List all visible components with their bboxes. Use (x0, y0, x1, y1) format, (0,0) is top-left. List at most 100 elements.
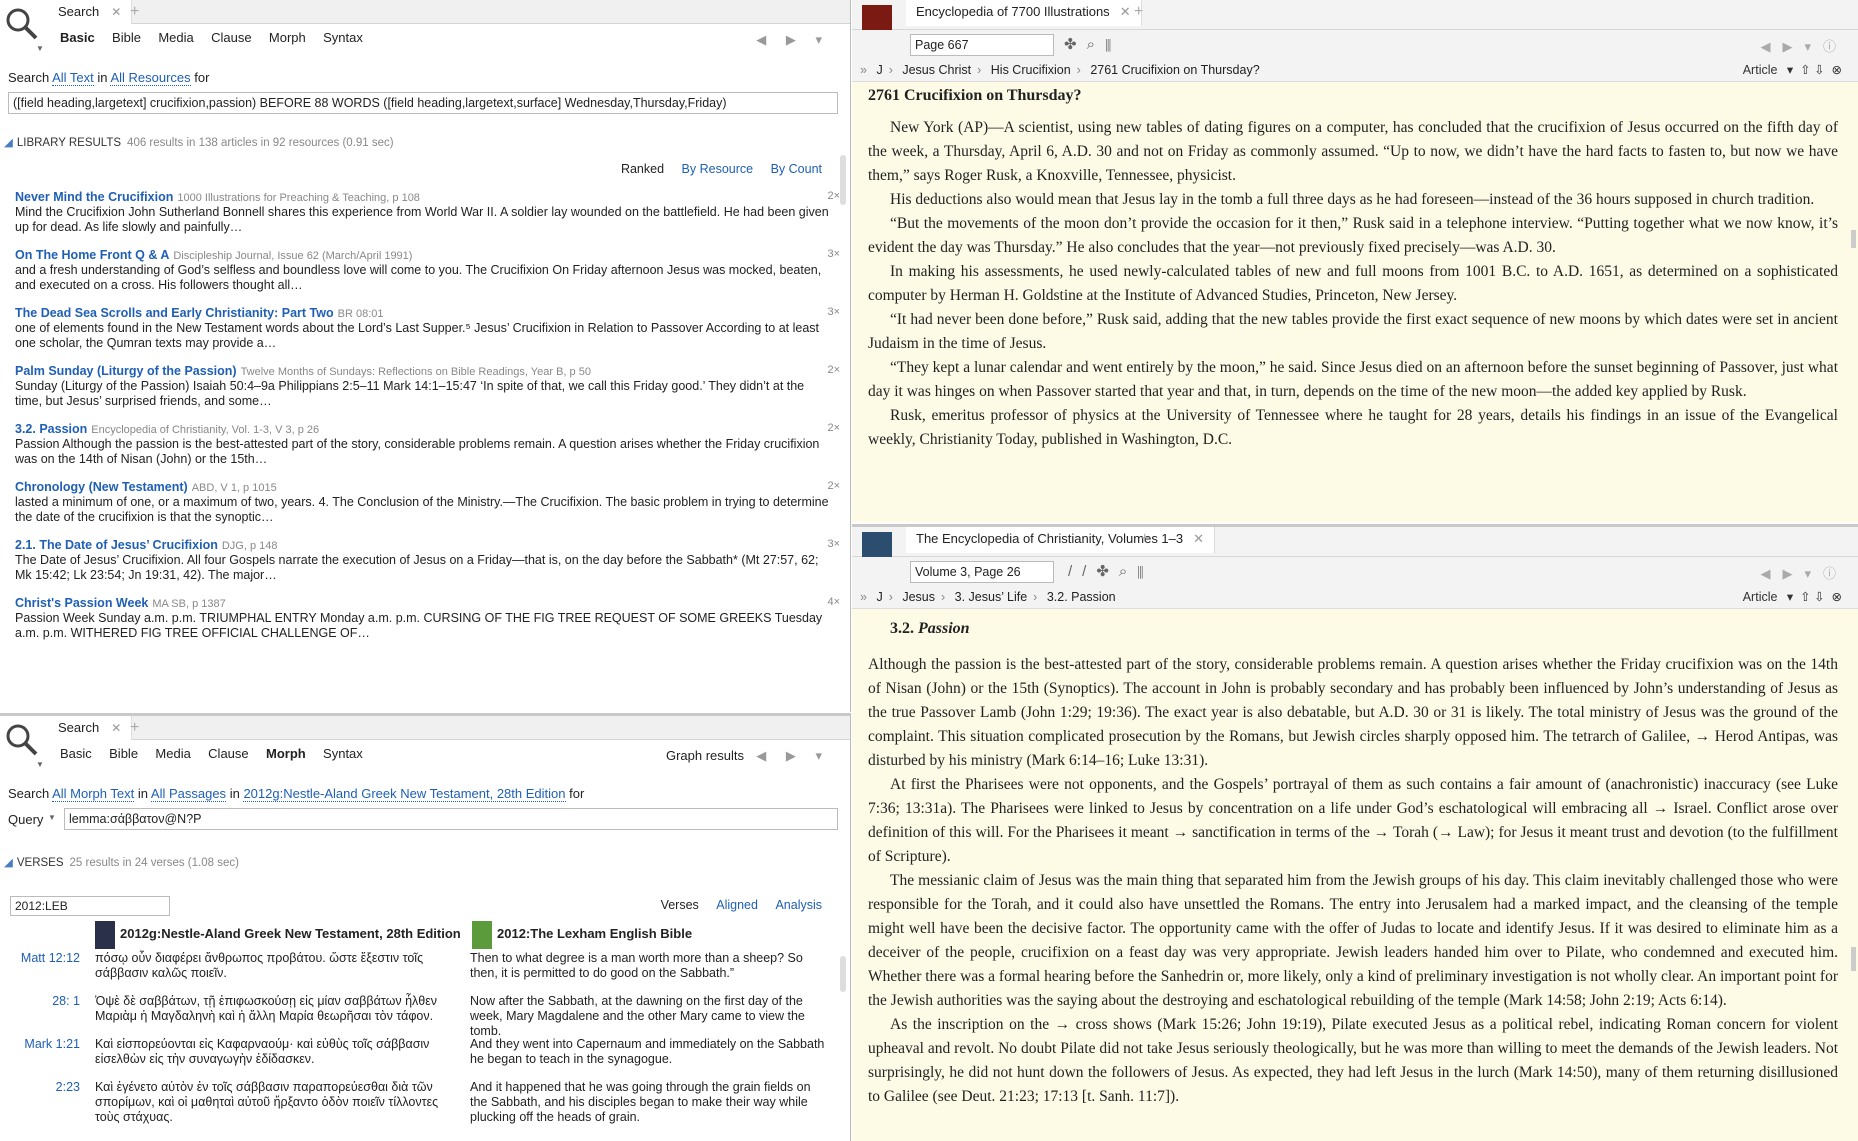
tab-encyclopedia-christianity[interactable]: The Encyclopedia of Christianity, Volume… (906, 527, 1216, 553)
close-icon[interactable]: ✕ (1193, 531, 1204, 546)
result-title[interactable]: Palm Sunday (Liturgy of the Passion) (15, 364, 237, 378)
article-view-control[interactable]: Article ▾ ⇧ ⇩ ⊗ (1743, 62, 1842, 77)
english-column-header[interactable]: 2012:The Lexham English Bible (497, 926, 692, 941)
verse-ref[interactable]: Mark 1:21 (0, 1037, 80, 1052)
add-tab-icon[interactable]: + (130, 719, 139, 737)
nav-info-icons[interactable]: ◀▶▾ⓘ (1760, 563, 1848, 582)
tab-bar: Search ✕ + (48, 0, 850, 24)
result-item[interactable]: Palm Sunday (Liturgy of the Passion) Twel… (15, 364, 840, 409)
nav-bible[interactable]: Bible (109, 746, 138, 761)
crumb-item[interactable]: J (876, 63, 882, 77)
greek-column-header[interactable]: 2012g:Nestle-Aland Greek New Testament, … (120, 926, 461, 941)
crumb-item[interactable]: Jesus (902, 590, 935, 604)
sort-by-resource[interactable]: By Resource (682, 162, 754, 176)
nav-media[interactable]: Media (155, 746, 190, 761)
result-title[interactable]: Christ's Passion Week (15, 596, 148, 610)
toolbar-icons[interactable]: //✤⌕⦀ (1068, 562, 1154, 580)
scope-text-link[interactable]: All Morph Text (52, 786, 135, 802)
nav-media[interactable]: Media (158, 30, 193, 45)
nav-bible[interactable]: Bible (112, 30, 141, 45)
result-item[interactable]: 3.2. Passion Encyclopedia of Christianity… (15, 422, 840, 467)
crumb-item[interactable]: His Crucifixion (991, 63, 1071, 77)
dropdown-icon[interactable]: ▼ (36, 760, 44, 769)
results-scrollbar[interactable] (840, 155, 846, 205)
nav-morph[interactable]: Morph (266, 746, 306, 761)
article-view-control[interactable]: Article ▾ ⇧ ⇩ ⊗ (1743, 589, 1842, 604)
history-arrows[interactable]: ◀ ▶ ▾ (756, 32, 830, 48)
crumb-item[interactable]: 2761 Crucifixion on Thursday? (1090, 63, 1259, 77)
page-input[interactable]: Volume 3, Page 26 (910, 561, 1054, 583)
morph-query-input[interactable]: lemma:σάββατον@N?P (64, 808, 838, 830)
nav-basic[interactable]: Basic (60, 30, 95, 45)
search-icon[interactable] (4, 722, 40, 758)
expand-icon[interactable]: » (860, 590, 867, 604)
result-item[interactable]: 2.1. The Date of Jesus’ Crucifixion DJG, … (15, 538, 840, 583)
close-icon[interactable]: ✕ (111, 721, 121, 735)
crumb-item[interactable]: Jesus Christ (902, 63, 971, 77)
result-item[interactable]: Chronology (New Testament) ABD, V 1, p 10… (15, 480, 840, 525)
tab-encyclopedia-7700[interactable]: Encyclopedia of 7700 Illustrations ✕ (906, 0, 1142, 26)
view-analysis[interactable]: Analysis (775, 898, 822, 912)
sort-by-count[interactable]: By Count (771, 162, 822, 176)
expand-icon[interactable]: » (860, 63, 867, 77)
reader-panel-top: Encyclopedia of 7700 Illustrations ✕ + Pa… (852, 0, 1858, 522)
scope-resource-link[interactable]: 2012g:Nestle-Aland Greek New Testament, … (243, 786, 566, 802)
nav-info-icons[interactable]: ◀▶▾ⓘ (1760, 36, 1848, 55)
tab-search[interactable]: Search ✕ (48, 716, 133, 740)
result-item[interactable]: Christ's Passion Week MA SB, p 1387 4× Pass… (15, 596, 840, 641)
verses-scrollbar[interactable] (840, 956, 846, 992)
search-icon[interactable] (4, 6, 40, 42)
verses-header[interactable]: ◢ VERSES 25 results in 24 verses (1.08 sec… (0, 852, 850, 874)
collapse-icon[interactable]: ◢ (4, 857, 13, 869)
scope-text-link[interactable]: All Text (52, 70, 94, 86)
toolbar-icons[interactable]: ✤⌕⦀ (1064, 35, 1121, 53)
result-item[interactable]: The Dead Sea Scrolls and Early Christian… (15, 306, 840, 351)
view-verses[interactable]: Verses (661, 898, 699, 912)
nav-basic[interactable]: Basic (60, 746, 92, 761)
close-icon[interactable]: ✕ (111, 5, 121, 19)
add-tab-icon[interactable]: + (130, 3, 139, 21)
library-results-header[interactable]: ◢ LIBRARY RESULTS 406 results in 138 artic… (0, 132, 850, 154)
result-item[interactable]: On The Home Front Q & A Discipleship Jour… (15, 248, 840, 293)
sort-ranked[interactable]: Ranked (621, 162, 664, 176)
verse-ref[interactable]: Matt 12:12 (0, 951, 80, 966)
nav-morph[interactable]: Morph (269, 30, 306, 45)
result-snippet: Passion Week Sunday a.m. p.m. TRIUMPHAL … (15, 611, 823, 640)
add-tab-icon[interactable]: + (1134, 3, 1143, 21)
view-aligned[interactable]: Aligned (716, 898, 758, 912)
result-title[interactable]: 3.2. Passion (15, 422, 87, 436)
tab-search[interactable]: Search ✕ (48, 0, 133, 24)
crumb-item[interactable]: 3. Jesus’ Life (955, 590, 1028, 604)
nav-syntax[interactable]: Syntax (323, 30, 363, 45)
reader-scrollbar[interactable] (1851, 947, 1856, 971)
crumb-item[interactable]: 3.2. Passion (1047, 590, 1116, 604)
reader-scrollbar[interactable] (1851, 230, 1856, 248)
collapse-icon[interactable]: ◢ (4, 137, 13, 149)
dropdown-icon[interactable]: ▼ (36, 44, 44, 53)
search-type-nav: Basic Bible Media Clause Morph Syntax (60, 746, 377, 768)
result-title[interactable]: The Dead Sea Scrolls and Early Christian… (15, 306, 334, 320)
search-query-input[interactable]: ([field heading,largetext] crucifixion,p… (8, 92, 838, 114)
close-icon[interactable]: ✕ (1120, 4, 1131, 19)
nav-syntax[interactable]: Syntax (323, 746, 363, 761)
verse-ref[interactable]: 2:23 (0, 1080, 80, 1095)
result-source: Discipleship Journal, Issue 62 (March/Ap… (173, 250, 413, 262)
result-item[interactable]: Never Mind the Crucifixion 1000 Illustrat… (15, 190, 840, 235)
result-title[interactable]: On The Home Front Q & A (15, 248, 169, 262)
result-title[interactable]: Chronology (New Testament) (15, 480, 188, 494)
graph-results-button[interactable]: Graph results (666, 748, 744, 763)
scope-passages-link[interactable]: All Passages (150, 786, 227, 802)
result-title[interactable]: 2.1. The Date of Jesus’ Crucifixion (15, 538, 218, 552)
verse-ref[interactable]: 28: 1 (0, 994, 80, 1009)
nav-clause[interactable]: Clause (211, 30, 251, 45)
nav-clause[interactable]: Clause (208, 746, 248, 761)
version-input[interactable]: 2012:LEB (10, 896, 170, 916)
query-dropdown-icon[interactable]: ▼ (48, 813, 56, 822)
history-arrows[interactable]: ◀ ▶ ▾ (756, 748, 830, 764)
page-input[interactable]: Page 667 (910, 34, 1054, 56)
scope-resources-link[interactable]: All Resources (110, 70, 191, 86)
result-title[interactable]: Never Mind the Crucifixion (15, 190, 173, 204)
crumb-item[interactable]: J (876, 590, 882, 604)
add-tab-icon[interactable]: + (1140, 530, 1149, 548)
tab-label: Search (58, 720, 100, 735)
